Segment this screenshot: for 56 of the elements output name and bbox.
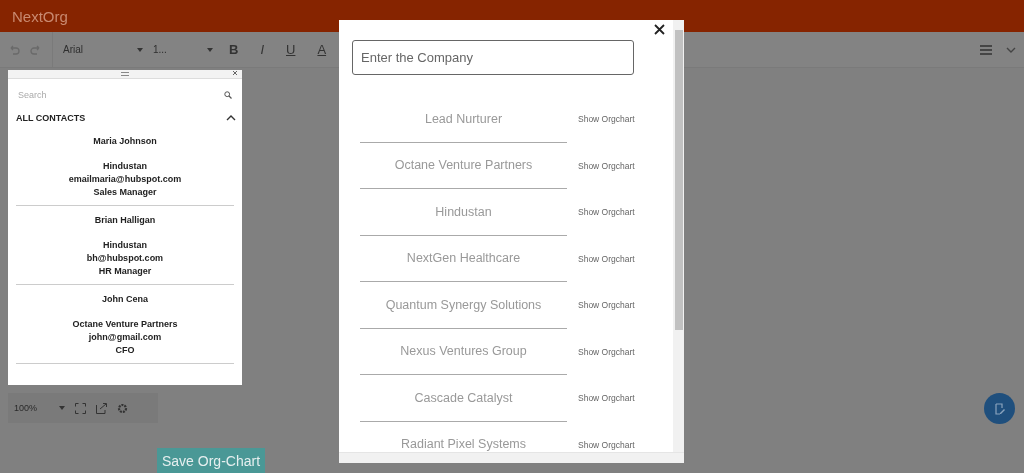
- drag-handle-icon[interactable]: [121, 72, 129, 76]
- font-color-button[interactable]: A: [311, 42, 333, 57]
- show-orgchart-link[interactable]: Show Orgchart: [578, 393, 635, 404]
- company-name: Lead Nurturer: [360, 96, 567, 143]
- contact-card[interactable]: John Cena Octane Venture Partners john@gmail.com CFO: [16, 285, 234, 364]
- horizontal-scrollbar[interactable]: [339, 452, 684, 463]
- show-orgchart-link[interactable]: Show Orgchart: [578, 346, 635, 357]
- app-title: NextOrg: [12, 7, 68, 25]
- contact-company: Hindustan: [103, 160, 147, 173]
- edit-icon: [993, 402, 1006, 415]
- italic-button[interactable]: I: [254, 42, 270, 57]
- company-search-field[interactable]: Enter the Company: [352, 40, 634, 75]
- show-orgchart-link[interactable]: Show Orgchart: [578, 160, 635, 171]
- section-title: ALL CONTACTS: [16, 113, 86, 123]
- contact-name: John Cena: [102, 293, 148, 306]
- company-name: Cascade Catalyst: [360, 375, 567, 422]
- company-name: Nexus Ventures Group: [360, 328, 567, 375]
- contact-email: bh@hubspot.com: [86, 252, 164, 265]
- contact-role: CFO: [115, 344, 135, 357]
- caret-icon: [137, 46, 143, 53]
- show-orgchart-link[interactable]: Show Orgchart: [578, 439, 635, 450]
- contact-email: emailmaria@hubspot.com: [68, 173, 182, 186]
- contact-role: Sales Manager: [93, 186, 157, 199]
- contact-company: Octane Venture Partners: [72, 318, 178, 331]
- company-name: Octane Venture Partners: [360, 142, 567, 189]
- contact-card[interactable]: Maria Johnson Hindustan emailmaria@hubspot.com Sales Manager: [16, 127, 234, 206]
- caret-icon: [207, 46, 213, 53]
- show-orgchart-link[interactable]: Show Orgchart: [578, 253, 635, 264]
- export-icon[interactable]: [96, 402, 108, 414]
- bold-button[interactable]: B: [223, 42, 245, 57]
- settings-icon[interactable]: [117, 402, 129, 414]
- search-icon[interactable]: [224, 91, 232, 99]
- show-orgchart-link[interactable]: Show Orgchart: [578, 114, 635, 125]
- menu-icon[interactable]: [980, 44, 992, 55]
- show-orgchart-link[interactable]: Show Orgchart: [578, 300, 635, 311]
- contact-email: john@gmail.com: [88, 331, 162, 344]
- zoom-dropdown[interactable]: 100%: [14, 403, 66, 413]
- contact-role: HR Manager: [98, 265, 152, 278]
- contact-company: Hindustan: [103, 239, 147, 252]
- company-name: Hindustan: [360, 189, 567, 236]
- edit-button[interactable]: [984, 393, 1015, 424]
- fullscreen-icon[interactable]: [75, 402, 87, 414]
- company-name: Quantum Synergy Solutions: [360, 282, 567, 329]
- company-name: NextGen Healthcare: [360, 235, 567, 282]
- font-size-dropdown[interactable]: 1...: [153, 44, 213, 55]
- contact-card[interactable]: Brian Halligan Hindustan bh@hubspot.com HR Manager: [16, 206, 234, 285]
- vertical-scrollbar[interactable]: [673, 20, 684, 452]
- contact-name: Maria Johnson: [93, 135, 157, 148]
- chevron-down-icon[interactable]: [1006, 46, 1016, 53]
- contact-name: Brian Halligan: [94, 214, 156, 227]
- chevron-up-icon[interactable]: [226, 115, 236, 121]
- caret-icon: [59, 405, 66, 411]
- show-orgchart-link[interactable]: Show Orgchart: [578, 207, 635, 218]
- font-dropdown[interactable]: Arial: [63, 44, 143, 55]
- close-icon[interactable]: [232, 70, 238, 76]
- underline-button[interactable]: U: [280, 42, 302, 57]
